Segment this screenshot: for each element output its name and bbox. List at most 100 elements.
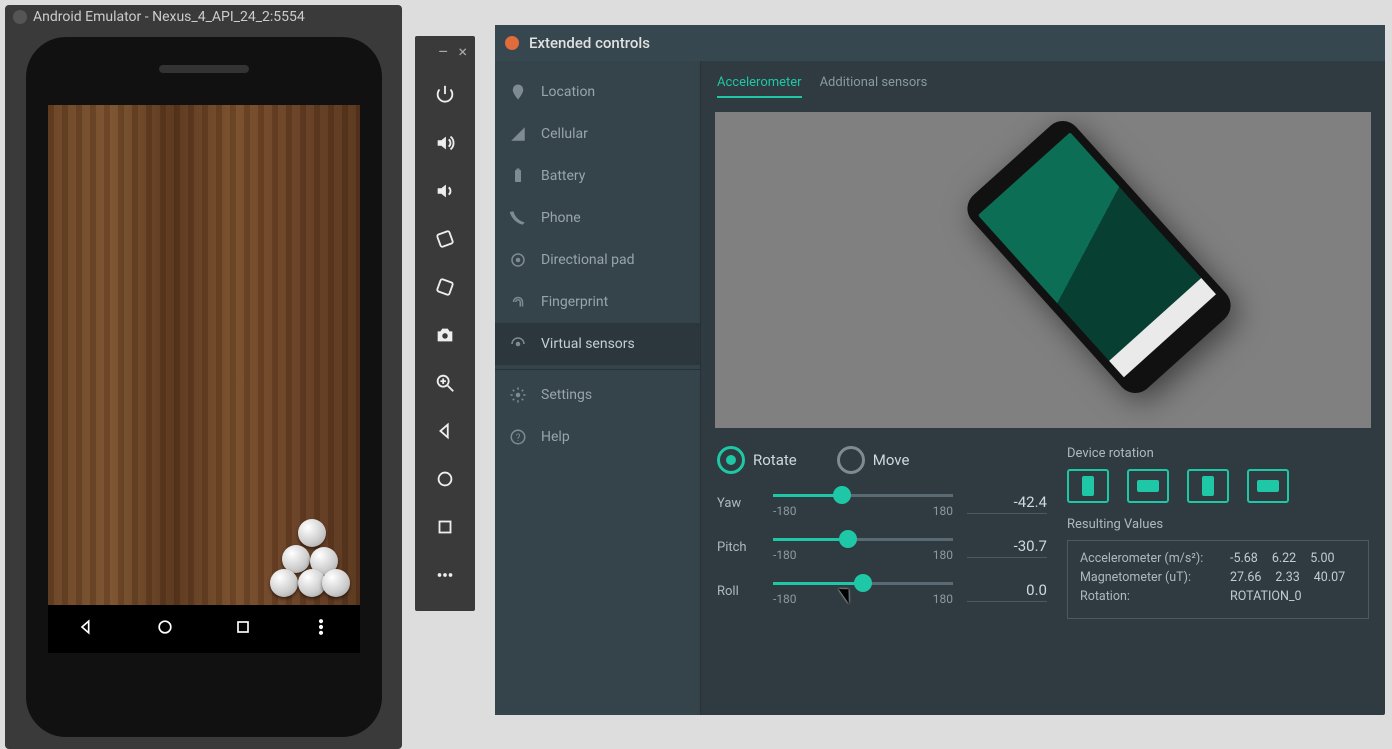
sidebar-item-help[interactable]: ? Help	[495, 416, 700, 458]
battery-icon	[509, 167, 527, 185]
accel-z: 5.00	[1310, 551, 1334, 566]
android-navbar	[48, 605, 360, 653]
volume-up-icon[interactable]	[415, 119, 475, 167]
phone-icon	[509, 209, 527, 227]
mode-selector: Rotate Move	[717, 446, 1047, 474]
sidebar-item-virtual-sensors[interactable]: Virtual sensors	[495, 323, 700, 365]
sidebar-item-battery[interactable]: Battery	[495, 155, 700, 197]
cellular-icon	[509, 125, 527, 143]
camera-icon[interactable]	[415, 311, 475, 359]
nav-recent-icon[interactable]	[233, 617, 253, 641]
rotation-landscape-right-button[interactable]	[1247, 469, 1289, 503]
sidebar-item-label: Location	[541, 84, 595, 100]
mode-move[interactable]: Move	[837, 446, 910, 474]
device-rotation-title: Device rotation	[1067, 446, 1369, 461]
tab-accelerometer[interactable]: Accelerometer	[717, 75, 802, 98]
rotation-value: ROTATION_0	[1230, 589, 1302, 604]
ball	[298, 519, 326, 547]
pitch-label: Pitch	[717, 540, 759, 555]
nav-menu-icon[interactable]	[311, 617, 331, 641]
home-icon[interactable]	[415, 455, 475, 503]
sidebar-item-dpad[interactable]: Directional pad	[495, 239, 700, 281]
device-speaker	[159, 65, 249, 73]
rotate-left-icon[interactable]	[415, 215, 475, 263]
rotation-portrait-reverse-button[interactable]	[1187, 469, 1229, 503]
rotation-landscape-left-button[interactable]	[1127, 469, 1169, 503]
sidebar-item-label: Directional pad	[541, 252, 635, 268]
minimize-button[interactable]: –	[438, 42, 449, 61]
app-icon	[13, 10, 27, 24]
ball	[322, 569, 350, 597]
pitch-slider[interactable]: -180 180	[773, 530, 953, 564]
sidebar-item-label: Cellular	[541, 126, 588, 142]
device-screen[interactable]	[48, 105, 360, 653]
sidebar-item-cellular[interactable]: Cellular	[495, 113, 700, 155]
dpad-icon	[509, 251, 527, 269]
yaw-max: 180	[933, 504, 953, 518]
ext-titlebar[interactable]: Extended controls	[495, 25, 1385, 61]
preview-phone	[960, 114, 1238, 401]
sidebar-item-fingerprint[interactable]: Fingerprint	[495, 281, 700, 323]
back-icon[interactable]	[415, 407, 475, 455]
mag-z: 40.07	[1314, 570, 1345, 585]
roll-slider[interactable]: -180 180	[773, 574, 953, 608]
sidebar-item-label: Phone	[541, 210, 581, 226]
sidebar-item-location[interactable]: Location	[495, 71, 700, 113]
pitch-value[interactable]: -30.7	[967, 537, 1047, 558]
mode-rotate[interactable]: Rotate	[717, 446, 797, 474]
mag-x: 27.66	[1230, 570, 1261, 585]
rotate-right-icon[interactable]	[415, 263, 475, 311]
emulator-toolbar: – ×	[415, 36, 475, 611]
yaw-value[interactable]: -42.4	[967, 493, 1047, 514]
nav-back-icon[interactable]	[77, 617, 97, 641]
sidebar-item-phone[interactable]: Phone	[495, 197, 700, 239]
close-button[interactable]: ×	[458, 42, 467, 61]
roll-max: 180	[933, 592, 953, 606]
ext-window-title: Extended controls	[529, 34, 650, 52]
tab-additional-sensors[interactable]: Additional sensors	[820, 75, 928, 98]
roll-min: -180	[773, 592, 797, 606]
sidebar-item-label: Virtual sensors	[541, 336, 635, 352]
extended-controls-window: Extended controls Location Cellular Batt…	[495, 25, 1385, 715]
overview-icon[interactable]	[415, 503, 475, 551]
svg-text:?: ?	[516, 433, 521, 444]
emulator-title: Android Emulator - Nexus_4_API_24_2:5554	[33, 5, 305, 29]
device-3d-preview[interactable]	[715, 112, 1371, 428]
yaw-min: -180	[773, 504, 797, 518]
sidebar-item-label: Fingerprint	[541, 294, 608, 310]
pitch-min: -180	[773, 548, 797, 562]
resulting-values-box: Accelerometer (m/s²): -5.68 6.22 5.00 Ma…	[1067, 540, 1369, 619]
more-icon[interactable]	[415, 551, 475, 599]
resulting-values-title: Resulting Values	[1067, 517, 1369, 532]
location-icon	[509, 83, 527, 101]
rotation-label: Rotation:	[1080, 589, 1220, 604]
nav-home-icon[interactable]	[155, 617, 175, 641]
volume-down-icon[interactable]	[415, 167, 475, 215]
ball	[270, 569, 298, 597]
emulator-titlebar[interactable]: Android Emulator - Nexus_4_API_24_2:5554	[5, 5, 402, 29]
power-icon[interactable]	[415, 71, 475, 119]
accel-y: 6.22	[1272, 551, 1296, 566]
yaw-slider[interactable]: -180 180	[773, 486, 953, 520]
close-icon[interactable]	[505, 36, 519, 50]
emulator-window: Android Emulator - Nexus_4_API_24_2:5554	[5, 5, 402, 749]
sensors-icon	[509, 335, 527, 353]
ext-main: Accelerometer Additional sensors Rotate	[701, 61, 1385, 715]
ext-tabs: Accelerometer Additional sensors	[701, 61, 1385, 106]
roll-label: Roll	[717, 584, 759, 599]
sidebar-item-label: Battery	[541, 168, 585, 184]
radio-move-icon	[837, 446, 865, 474]
balls-group	[240, 519, 350, 599]
yaw-label: Yaw	[717, 496, 759, 511]
rotation-portrait-button[interactable]	[1067, 469, 1109, 503]
mag-label: Magnetometer (uT):	[1080, 570, 1220, 585]
accel-label: Accelerometer (m/s²):	[1080, 551, 1220, 566]
sidebar-item-settings[interactable]: Settings	[495, 374, 700, 416]
zoom-icon[interactable]	[415, 359, 475, 407]
help-icon: ?	[509, 428, 527, 446]
fingerprint-icon	[509, 293, 527, 311]
rotation-buttons	[1067, 469, 1369, 503]
sidebar-item-label: Help	[541, 429, 570, 445]
roll-value[interactable]: 0.0	[967, 581, 1047, 602]
pitch-max: 180	[933, 548, 953, 562]
